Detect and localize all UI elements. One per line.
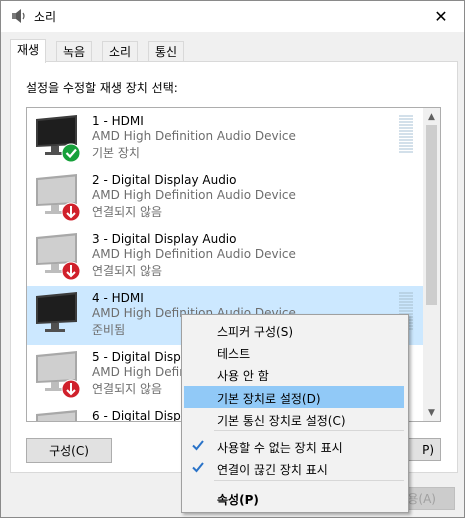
- green-check-icon: [61, 143, 81, 163]
- checkmark-icon: [192, 462, 204, 473]
- context-menu-item[interactable]: 기본 장치로 설정(D): [184, 386, 404, 408]
- monitor-icon: [36, 351, 81, 399]
- red-down-arrow-icon: [61, 261, 81, 281]
- tab-label: 재생: [17, 43, 40, 57]
- scroll-up-icon[interactable]: ▲: [423, 108, 440, 125]
- tab-label: 소리: [109, 45, 132, 59]
- vertical-scrollbar[interactable]: ▲ ▼: [423, 108, 440, 421]
- device-name: 3 - Digital Display Audio: [92, 232, 237, 246]
- device-description: AMD High Definition Audio Device: [92, 188, 296, 202]
- monitor-icon: [36, 292, 77, 332]
- device-name: 1 - HDMI: [92, 114, 144, 128]
- monitor-icon: [36, 174, 81, 222]
- context-menu-label: 사용할 수 없는 장치 표시: [217, 441, 343, 455]
- instruction-text: 설정을 수정할 재생 장치 선택:: [26, 81, 178, 95]
- context-menu-label: 기본 통신 장치로 설정(C): [217, 414, 346, 428]
- window-title: 소리: [34, 10, 57, 24]
- tab-label: 녹음: [63, 45, 86, 59]
- device-status: 준비됨: [92, 323, 126, 337]
- device-status: 연결되지 않음: [92, 382, 163, 396]
- context-menu-label: 사용 안 함: [217, 369, 269, 383]
- context-menu-label: 테스트: [217, 347, 251, 361]
- scroll-down-icon[interactable]: ▼: [423, 404, 440, 421]
- context-menu-item[interactable]: 사용 안 함: [184, 363, 404, 385]
- title-bar[interactable]: 소리 ✕: [1, 1, 464, 32]
- device-status: 연결되지 않음: [92, 205, 163, 219]
- device-name: 4 - HDMI: [92, 291, 144, 305]
- close-icon: ✕: [434, 7, 448, 26]
- speaker-icon: [12, 9, 25, 23]
- context-menu-item[interactable]: 속성(P): [184, 487, 404, 509]
- checkmark-icon: [192, 440, 204, 451]
- context-menu-item[interactable]: 테스트: [184, 341, 404, 363]
- context-menu-label: 속성(P): [217, 493, 259, 507]
- tab-sounds[interactable]: 소리: [102, 41, 139, 62]
- tab-label: 통신: [155, 45, 178, 59]
- device-row[interactable]: 3 - Digital Display Audio AMD High Defin…: [27, 227, 423, 286]
- device-row[interactable]: 2 - Digital Display Audio AMD High Defin…: [27, 168, 423, 227]
- device-status: 기본 장치: [92, 146, 140, 160]
- context-menu-item[interactable]: 사용할 수 없는 장치 표시: [184, 435, 404, 457]
- tab-playback[interactable]: 재생: [10, 39, 47, 63]
- menu-separator: [214, 430, 404, 431]
- tab-communications[interactable]: 통신: [148, 41, 185, 62]
- device-description: AMD High Definition Audio Device: [92, 129, 296, 143]
- monitor-icon: [36, 410, 77, 421]
- close-button[interactable]: ✕: [418, 1, 464, 32]
- volume-level-meter: [399, 115, 413, 153]
- menu-separator: [214, 480, 404, 481]
- scroll-thumb[interactable]: [426, 125, 437, 305]
- device-status: 연결되지 않음: [92, 264, 163, 278]
- context-menu-item[interactable]: 연결이 끊긴 장치 표시: [184, 457, 404, 479]
- device-description: AMD High Definition Audio Device: [92, 247, 296, 261]
- device-name: 2 - Digital Display Audio: [92, 173, 237, 187]
- red-down-arrow-icon: [61, 202, 81, 222]
- context-menu-label: 기본 장치로 설정(D): [217, 392, 321, 406]
- context-menu-item[interactable]: 기본 통신 장치로 설정(C): [184, 408, 404, 430]
- red-down-arrow-icon: [61, 379, 81, 399]
- monitor-icon: [36, 233, 81, 281]
- device-row[interactable]: 1 - HDMI AMD High Definition Audio Devic…: [27, 109, 423, 168]
- tab-recording[interactable]: 녹음: [56, 41, 93, 62]
- configure-button[interactable]: 구성(C): [26, 438, 112, 463]
- context-menu-label: 스피커 구성(S): [217, 325, 293, 339]
- context-menu: 스피커 구성(S) 테스트사용 안 함기본 장치로 설정(D) 기본 통신 장치로 …: [181, 314, 409, 513]
- context-menu-item[interactable]: 스피커 구성(S): [184, 319, 404, 341]
- sound-dialog: 소리 ✕ 재생 녹음 소리 통신 설정을 수정할 재생 장치 선택: 1 - H…: [0, 0, 465, 518]
- context-menu-label: 연결이 끊긴 장치 표시: [217, 463, 328, 477]
- monitor-icon: [36, 115, 81, 163]
